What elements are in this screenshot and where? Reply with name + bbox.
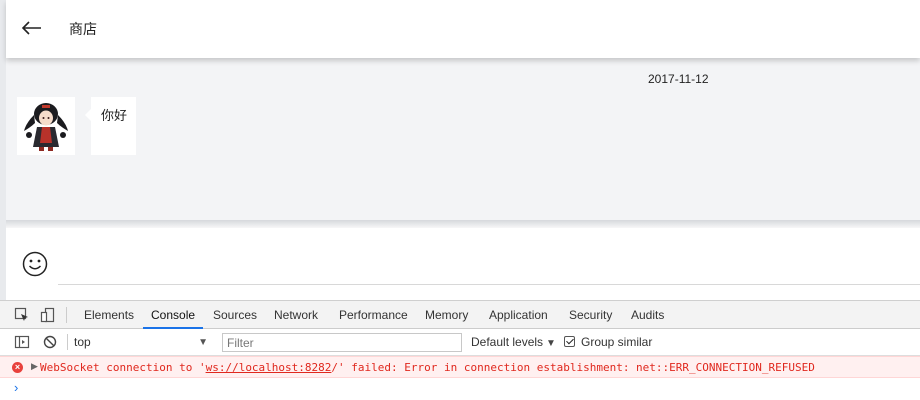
error-url-link[interactable]: ws://localhost:8282: [206, 361, 332, 374]
console-error-row[interactable]: × ▶ WebSocket connection to 'ws://localh…: [0, 356, 920, 378]
devtools-panel: Elements Console Sources Network Perform…: [0, 300, 920, 400]
error-prefix: WebSocket connection to ': [40, 361, 206, 374]
chat-message-area[interactable]: 2017-11-12 你好: [6, 58, 920, 220]
device-toolbar-button[interactable]: [40, 307, 56, 323]
arrow-left-icon: [21, 21, 41, 35]
log-levels-dropdown[interactable]: Default levels ▼: [471, 333, 556, 352]
avatar[interactable]: [17, 97, 75, 155]
back-button[interactable]: [18, 14, 46, 42]
group-similar-checkbox[interactable]: [564, 336, 575, 347]
inspect-cursor-icon: [14, 307, 28, 321]
error-suffix: /' failed: Error in connection establish…: [331, 361, 815, 374]
sidebar-toggle-icon: [14, 335, 30, 349]
tab-audits[interactable]: Audits: [623, 301, 672, 329]
tab-application[interactable]: Application: [481, 301, 556, 329]
device-icon: [40, 307, 55, 323]
toolbar-separator: [67, 334, 68, 350]
tab-network[interactable]: Network: [266, 301, 326, 329]
message-input-bar[interactable]: [6, 228, 920, 300]
expand-triangle-icon[interactable]: ▶: [31, 361, 38, 372]
log-levels-label: Default levels: [471, 335, 544, 349]
page-title: 商店: [69, 21, 97, 37]
message-bubble[interactable]: 你好: [85, 97, 136, 155]
chat-app: 商店 2017-11-12 你好: [0, 0, 920, 300]
tab-sources[interactable]: Sources: [205, 301, 265, 329]
console-toolbar: top ▼ Default levels▼ Group similar: [0, 329, 920, 356]
block-icon: [43, 335, 57, 349]
inspect-element-button[interactable]: [14, 307, 30, 323]
tab-console[interactable]: Console: [143, 301, 204, 329]
console-prompt[interactable]: ›: [14, 380, 18, 395]
group-similar-toggle[interactable]: Group similar: [564, 333, 652, 352]
dropdown-arrow-icon: ▼: [198, 337, 208, 348]
filter-input[interactable]: [222, 333, 462, 352]
smiley-icon: [22, 251, 48, 277]
error-message: WebSocket connection to 'ws://localhost:…: [40, 361, 815, 374]
avatar-image: [17, 97, 75, 155]
show-sidebar-button[interactable]: [14, 334, 30, 350]
context-value: top: [74, 335, 91, 349]
error-icon: ×: [12, 362, 23, 373]
tab-memory[interactable]: Memory: [417, 301, 476, 329]
message-input-underline: [58, 284, 920, 285]
tab-security[interactable]: Security: [561, 301, 620, 329]
tab-elements[interactable]: Elements: [76, 301, 142, 329]
group-similar-label: Group similar: [581, 335, 653, 349]
dropdown-arrow-icon: ▼: [546, 338, 556, 349]
clear-console-button[interactable]: [42, 334, 58, 350]
emoji-button[interactable]: [21, 250, 49, 278]
message-text: 你好: [101, 108, 128, 123]
tabbar-separator: [66, 307, 67, 323]
context-selector[interactable]: top ▼: [74, 333, 210, 352]
message-date: 2017-11-12: [648, 72, 709, 86]
devtools-tabbar: Elements Console Sources Network Perform…: [0, 301, 920, 329]
input-divider: [6, 220, 920, 228]
tab-performance[interactable]: Performance: [331, 301, 416, 329]
app-header: 商店: [6, 0, 920, 58]
